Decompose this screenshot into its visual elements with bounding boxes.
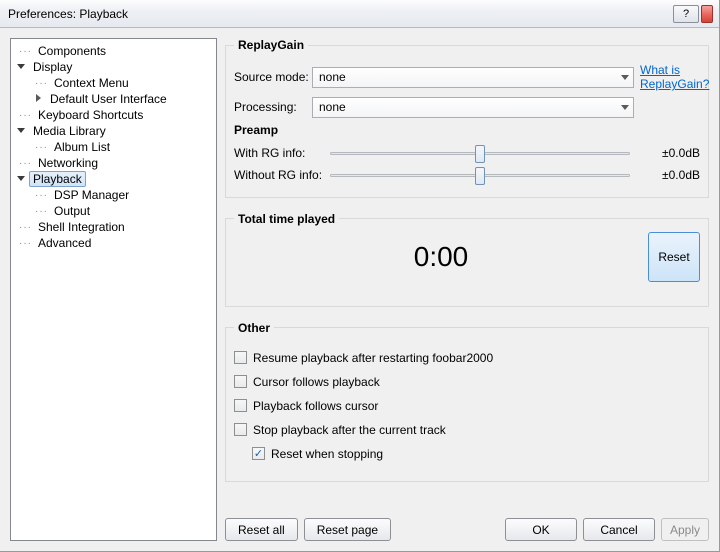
other-legend: Other: [234, 321, 274, 335]
tree-item-media-library[interactable]: Media Library: [29, 123, 110, 139]
expand-icon[interactable]: [17, 126, 27, 136]
reset-time-button[interactable]: Reset: [648, 232, 700, 282]
reset-page-button[interactable]: Reset page: [304, 518, 391, 541]
cancel-button[interactable]: Cancel: [583, 518, 655, 541]
ok-button[interactable]: OK: [505, 518, 577, 541]
tree-item-keyboard-shortcuts[interactable]: Keyboard Shortcuts: [34, 107, 147, 123]
tree-item-shell-integration[interactable]: Shell Integration: [34, 219, 129, 235]
slider-thumb-icon[interactable]: [475, 167, 485, 185]
without-rg-slider[interactable]: [330, 165, 630, 185]
settings-pane: ReplayGain Source mode: none What is Rep…: [225, 38, 709, 541]
expand-icon[interactable]: [17, 62, 27, 72]
playback-follows-label: Playback follows cursor: [253, 399, 378, 413]
source-mode-select[interactable]: none: [312, 67, 634, 88]
expand-icon[interactable]: [34, 94, 44, 104]
processing-select[interactable]: none: [312, 97, 634, 118]
without-rg-label: Without RG info:: [234, 168, 330, 182]
cursor-follows-checkbox[interactable]: [234, 375, 247, 388]
tree-item-output[interactable]: Output: [50, 203, 94, 219]
processing-label: Processing:: [234, 100, 312, 114]
tree-item-display[interactable]: Display: [29, 59, 76, 75]
replaygain-group: ReplayGain Source mode: none What is Rep…: [225, 38, 709, 198]
titlebar-buttons: ?: [673, 5, 713, 23]
source-mode-value: none: [319, 70, 346, 84]
chevron-down-icon: [621, 105, 629, 110]
tree-pane: ···Components Display ···Context Menu De…: [10, 38, 217, 541]
tree-item-album-list[interactable]: Album List: [50, 139, 114, 155]
titlebar: Preferences: Playback ?: [0, 0, 719, 28]
without-rg-value: ±0.0dB: [644, 168, 700, 182]
tree-item-components[interactable]: Components: [34, 43, 110, 59]
source-mode-label: Source mode:: [234, 70, 312, 84]
tree-item-advanced[interactable]: Advanced: [34, 235, 95, 251]
stop-after-checkbox[interactable]: [234, 423, 247, 436]
with-rg-value: ±0.0dB: [644, 146, 700, 160]
reset-stop-checkbox[interactable]: ✓: [252, 447, 265, 460]
reset-all-button[interactable]: Reset all: [225, 518, 298, 541]
tree-item-context-menu[interactable]: Context Menu: [50, 75, 133, 91]
replaygain-legend: ReplayGain: [234, 38, 308, 52]
with-rg-label: With RG info:: [234, 146, 330, 160]
close-button[interactable]: [701, 5, 713, 23]
cursor-follows-label: Cursor follows playback: [253, 375, 380, 389]
slider-thumb-icon[interactable]: [475, 145, 485, 163]
preferences-window: Preferences: Playback ? ···Components Di…: [0, 0, 720, 552]
with-rg-slider[interactable]: [330, 143, 630, 163]
processing-value: none: [319, 100, 346, 114]
total-time-value: 0:00: [234, 241, 648, 273]
tree-item-playback[interactable]: Playback: [29, 171, 86, 187]
footer-buttons: Reset all Reset page OK Cancel Apply: [225, 518, 709, 541]
tree-item-default-ui[interactable]: Default User Interface: [46, 91, 171, 107]
reset-stop-label: Reset when stopping: [271, 447, 383, 461]
tree-item-networking[interactable]: Networking: [34, 155, 102, 171]
replaygain-help-link[interactable]: What is ReplayGain?: [640, 63, 700, 92]
other-group: Other Resume playback after restarting f…: [225, 321, 709, 482]
help-icon: ?: [683, 8, 689, 20]
content: ···Components Display ···Context Menu De…: [0, 28, 719, 551]
apply-button[interactable]: Apply: [661, 518, 709, 541]
playback-follows-checkbox[interactable]: [234, 399, 247, 412]
stop-after-label: Stop playback after the current track: [253, 423, 446, 437]
resume-label: Resume playback after restarting foobar2…: [253, 351, 493, 365]
total-time-group: Total time played 0:00 Reset: [225, 212, 709, 307]
window-title: Preferences: Playback: [8, 7, 128, 21]
total-time-legend: Total time played: [234, 212, 339, 226]
chevron-down-icon: [621, 75, 629, 80]
help-button[interactable]: ?: [673, 5, 699, 23]
tree-item-dsp-manager[interactable]: DSP Manager: [50, 187, 133, 203]
preamp-label: Preamp: [234, 123, 700, 137]
resume-checkbox[interactable]: [234, 351, 247, 364]
expand-icon[interactable]: [17, 174, 27, 184]
